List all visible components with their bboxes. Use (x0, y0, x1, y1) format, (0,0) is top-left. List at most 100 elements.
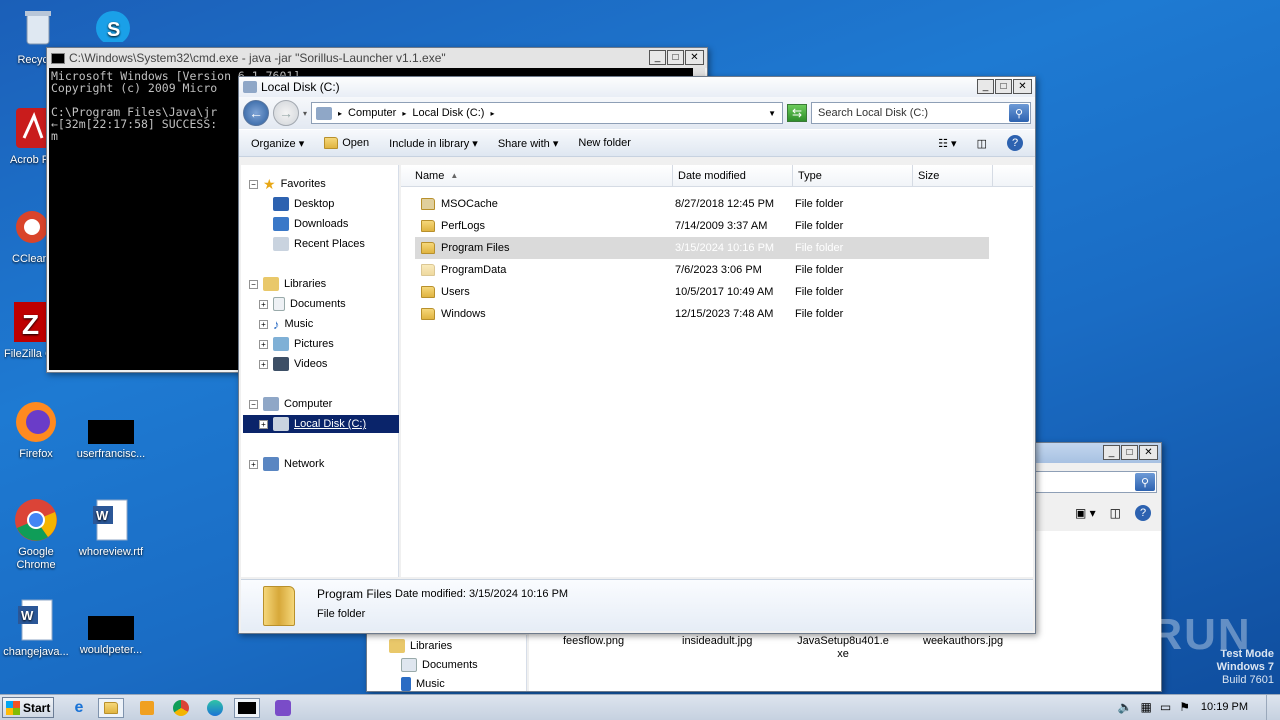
nav-local-disk[interactable]: + Local Disk (C:) (243, 415, 399, 433)
table-row[interactable]: ProgramData 7/6/2023 3:06 PM File folder (415, 259, 989, 281)
help-icon[interactable]: ? (1007, 135, 1023, 151)
media-player-icon[interactable] (134, 698, 160, 718)
search-input[interactable]: ⚲ (1029, 471, 1157, 493)
nav-recent-places[interactable]: Recent Places (273, 235, 365, 253)
start-button[interactable]: Start (2, 697, 54, 718)
nav-music[interactable]: + ♪ Music (259, 315, 313, 333)
close-button[interactable]: ✕ (1013, 79, 1032, 94)
table-row[interactable]: Users 10/5/2017 10:49 AM File folder (415, 281, 989, 303)
search-icon[interactable]: ⚲ (1135, 473, 1155, 491)
column-header-date[interactable]: Date modified (673, 165, 793, 186)
file-item[interactable]: JavaSetup8u401.e xe (793, 635, 893, 661)
clock[interactable]: 10:19 PM (1201, 701, 1248, 713)
breadcrumb-computer[interactable]: Computer (348, 107, 396, 119)
desktop-icon-userfrancisc[interactable]: userfrancisc... (74, 420, 148, 461)
view-options-icon[interactable]: ▣ ▾ (1075, 506, 1096, 520)
nav-libraries[interactable]: − Libraries (249, 275, 326, 293)
expand-icon[interactable]: + (259, 319, 268, 329)
windows-explorer-icon[interactable] (98, 698, 124, 718)
edge-icon[interactable] (202, 698, 228, 718)
svg-text:W: W (21, 608, 34, 623)
forward-arrow-icon[interactable]: → (273, 100, 299, 126)
organize-label: Organize (251, 137, 296, 150)
column-header-type[interactable]: Type (793, 165, 913, 186)
nav-documents[interactable]: + Documents (259, 295, 346, 313)
power-icon[interactable]: ▭ (1160, 700, 1171, 714)
preview-pane-icon[interactable]: ◫ (977, 137, 987, 150)
recent-pages-chevron-icon[interactable]: ▾ (303, 109, 307, 118)
svg-text:S: S (107, 19, 120, 41)
address-bar[interactable]: ▸ Computer ▸ Local Disk (C:) ▸ ▼ (311, 102, 783, 124)
address-dropdown-icon[interactable]: ▼ (768, 109, 776, 118)
cmd-taskbar-icon[interactable] (234, 698, 260, 718)
refresh-icon[interactable]: ⇆ (787, 104, 807, 122)
volume-icon[interactable]: 🔈 (1118, 700, 1133, 714)
close-button[interactable]: ✕ (685, 50, 704, 65)
include-in-library-button[interactable]: Include in library ▾ (389, 137, 478, 150)
minimize-button[interactable]: _ (1103, 445, 1120, 460)
table-row[interactable]: Program Files 3/15/2024 10:16 PM File fo… (415, 237, 989, 259)
nav-label: Videos (294, 358, 328, 370)
internet-explorer-icon[interactable]: e (66, 698, 92, 718)
view-options-icon[interactable]: ☷ ▾ (938, 137, 956, 150)
back-arrow-icon[interactable]: ← (243, 100, 269, 126)
search-input[interactable]: Search Local Disk (C:) ⚲ (811, 102, 1031, 124)
title-bar[interactable]: C:\Windows\System32\cmd.exe - java -jar … (47, 48, 707, 68)
maximize-button[interactable]: □ (1121, 445, 1138, 460)
desktop-icon-chrome[interactable]: Google Chrome (0, 498, 73, 572)
nav-pictures[interactable]: + Pictures (259, 335, 334, 353)
close-button[interactable]: ✕ (1139, 445, 1158, 460)
file-item[interactable]: insideadult.jpg (682, 635, 752, 647)
nav-favorites[interactable]: − ★ Favorites (249, 175, 326, 193)
table-row[interactable]: PerfLogs 7/14/2009 3:37 AM File folder (415, 215, 989, 237)
nav-videos[interactable]: + Videos (259, 355, 327, 373)
nav-computer[interactable]: − Computer (249, 395, 332, 413)
nav-desktop[interactable]: Desktop (273, 195, 334, 213)
column-header-name[interactable]: Name ▲ (401, 165, 673, 186)
collapse-icon[interactable]: − (249, 279, 258, 289)
desktop-icon-filezilla[interactable]: Z FileZilla C (4, 300, 52, 361)
desktop-icon-skype[interactable]: S (76, 6, 150, 45)
nav-downloads[interactable]: Downloads (273, 215, 348, 233)
show-desktop-button[interactable] (1266, 695, 1280, 720)
minimize-button[interactable]: _ (977, 79, 994, 94)
nav-documents[interactable]: Documents (401, 656, 478, 674)
help-icon[interactable]: ? (1135, 505, 1151, 521)
desktop-icon-label: changejava... (3, 646, 69, 658)
collapse-icon[interactable]: − (249, 399, 258, 409)
expand-icon[interactable]: + (259, 299, 268, 309)
organize-button[interactable]: Organize ▾ (251, 137, 304, 150)
expand-icon[interactable]: + (259, 359, 268, 369)
search-icon[interactable]: ⚲ (1009, 104, 1029, 122)
file-item[interactable]: weekauthors.jpg (923, 635, 1003, 647)
collapse-icon[interactable]: − (249, 179, 258, 189)
new-folder-button[interactable]: New folder (578, 137, 631, 149)
network-tray-icon[interactable]: ▦ (1141, 700, 1152, 714)
minimize-button[interactable]: _ (649, 50, 666, 65)
desktop-icon-firefox[interactable]: Firefox (0, 400, 73, 461)
expand-icon[interactable]: + (259, 419, 268, 429)
explorer-window[interactable]: Local Disk (C:) _ □ ✕ ← → ▾ ▸ Computer ▸… (238, 76, 1036, 634)
file-item[interactable]: feesflow.png (563, 635, 624, 647)
nav-network[interactable]: + Network (249, 455, 324, 473)
desktop-icon-wouldpeter[interactable]: wouldpeter... (74, 616, 148, 657)
expand-icon[interactable]: + (249, 459, 258, 469)
table-row[interactable]: Windows 12/15/2023 7:48 AM File folder (415, 303, 989, 325)
open-button[interactable]: Open (324, 137, 369, 149)
flag-icon[interactable]: ⚑ (1179, 700, 1190, 714)
preview-pane-icon[interactable]: ◫ (1110, 506, 1121, 520)
nav-music[interactable]: Music (401, 675, 445, 693)
desktop-icon-changejava[interactable]: W changejava... (0, 598, 73, 659)
desktop-icon-whoreview[interactable]: W whoreview.rtf (74, 498, 148, 559)
maximize-button[interactable]: □ (667, 50, 684, 65)
maximize-button[interactable]: □ (995, 79, 1012, 94)
nav-libraries[interactable]: Libraries (389, 637, 452, 655)
app-taskbar-icon[interactable] (270, 698, 296, 718)
breadcrumb-local-disk[interactable]: Local Disk (C:) (412, 107, 484, 119)
title-bar[interactable]: Local Disk (C:) _ □ ✕ (239, 77, 1035, 97)
table-row[interactable]: MSOCache 8/27/2018 12:45 PM File folder (415, 193, 989, 215)
expand-icon[interactable]: + (259, 339, 268, 349)
column-header-size[interactable]: Size (913, 165, 993, 186)
share-with-button[interactable]: Share with ▾ (498, 137, 559, 150)
chrome-taskbar-icon[interactable] (168, 698, 194, 718)
